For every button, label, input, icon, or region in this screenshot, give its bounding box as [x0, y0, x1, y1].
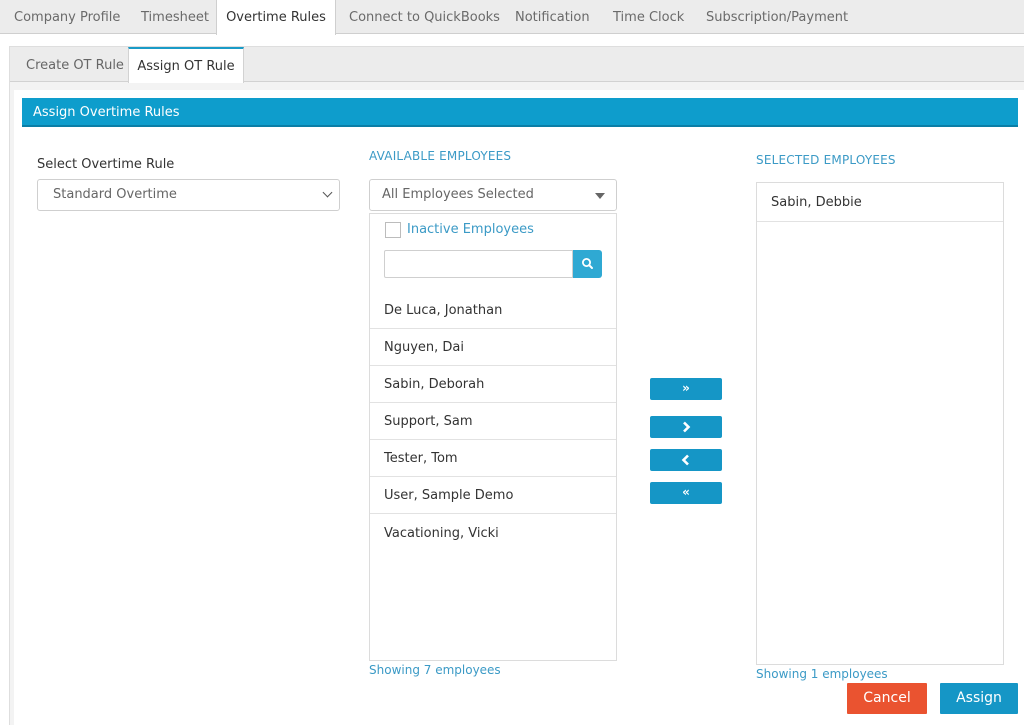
available-employees-list: Inactive Employees De Luca, Jonathan Ngu…	[369, 213, 617, 661]
rule-select-label: Select Overtime Rule	[37, 157, 175, 172]
tab-connect-quickbooks[interactable]: Connect to QuickBooks	[349, 0, 500, 34]
available-count: Showing 7 employees	[369, 663, 501, 677]
panel-header: Assign Overtime Rules	[22, 98, 1018, 127]
selected-employees-list: Sabin, Debbie	[756, 182, 1004, 665]
chevron-down-icon	[322, 187, 333, 198]
assign-button[interactable]: Assign	[940, 683, 1018, 714]
sub-tab-assign-ot-rule[interactable]: Assign OT Rule	[128, 47, 244, 83]
sub-tab-create-ot-rule[interactable]: Create OT Rule	[26, 47, 124, 82]
chevron-left-icon	[681, 454, 689, 466]
list-item[interactable]: Tester, Tom	[370, 440, 616, 477]
tab-timesheet[interactable]: Timesheet	[141, 0, 209, 34]
selected-count: Showing 1 employees	[756, 667, 888, 681]
inactive-employees-checkbox[interactable]	[385, 222, 401, 238]
tab-time-clock[interactable]: Time Clock	[613, 0, 684, 34]
inactive-employees-label[interactable]: Inactive Employees	[407, 222, 534, 237]
list-item[interactable]: Nguyen, Dai	[370, 329, 616, 366]
move-left-button[interactable]	[650, 449, 722, 471]
available-employees-title: AVAILABLE EMPLOYEES	[369, 149, 512, 163]
tab-notification[interactable]: Notification	[515, 0, 590, 34]
move-all-right-button[interactable]: »	[650, 378, 722, 400]
list-item[interactable]: Vacationing, Vicki	[370, 515, 616, 552]
list-item[interactable]: De Luca, Jonathan	[370, 292, 616, 329]
cancel-button[interactable]: Cancel	[847, 683, 927, 714]
employee-search-input[interactable]	[384, 250, 573, 278]
chevron-right-icon	[683, 421, 691, 433]
overtime-rule-value: Standard Overtime	[53, 187, 177, 202]
top-tab-bar: Company Profile Timesheet Overtime Rules…	[0, 0, 1024, 35]
caret-down-icon	[595, 193, 605, 199]
move-all-left-button[interactable]: «	[650, 482, 722, 504]
tab-subscription-payment[interactable]: Subscription/Payment	[706, 0, 848, 34]
search-button[interactable]	[573, 250, 602, 278]
list-item[interactable]: Sabin, Deborah	[370, 366, 616, 403]
tab-company-profile[interactable]: Company Profile	[14, 0, 120, 34]
employee-filter-select[interactable]: All Employees Selected	[369, 179, 617, 211]
overtime-rule-select[interactable]: Standard Overtime	[37, 179, 340, 211]
tab-overtime-rules[interactable]: Overtime Rules	[216, 0, 336, 35]
move-right-button[interactable]	[650, 416, 722, 438]
employee-filter-value: All Employees Selected	[382, 187, 534, 202]
list-item[interactable]: Support, Sam	[370, 403, 616, 440]
list-item[interactable]: User, Sample Demo	[370, 477, 616, 514]
selected-employees-title: SELECTED EMPLOYEES	[756, 153, 896, 167]
list-item[interactable]: Sabin, Debbie	[757, 183, 1003, 222]
search-icon	[581, 257, 593, 269]
